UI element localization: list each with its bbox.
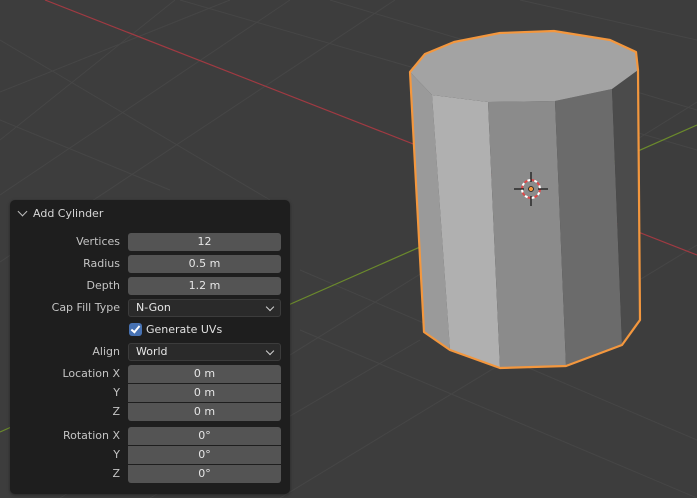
panel-title: Add Cylinder [33,206,104,220]
location-y-label: Y [113,386,120,399]
location-z-label: Z [112,405,120,418]
radius-field[interactable]: 0.5 m [128,255,281,273]
rotation-x-row: Rotation X 0° [10,426,290,446]
rotation-z-row: Z 0° [10,464,290,484]
cap-fill-label: Cap Fill Type [51,301,120,314]
location-y-field[interactable]: 0 m [128,384,281,402]
generate-uvs-row: Generate UVs [10,320,290,340]
rotation-z-field[interactable]: 0° [128,465,281,483]
operator-panel: Add Cylinder Vertices 12 Radius 0.5 m De… [10,200,290,494]
cap-fill-row: Cap Fill Type N-Gon [10,298,290,318]
generate-uvs-label[interactable]: Generate UVs [146,320,222,340]
cylinder-side-3 [488,101,566,368]
location-x-field[interactable]: 0 m [128,365,281,383]
cap-fill-value: N-Gon [136,301,171,314]
rotation-z-label: Z [112,467,120,480]
generate-uvs-checkbox[interactable] [129,323,142,336]
rotation-x-field[interactable]: 0° [128,427,281,445]
depth-field[interactable]: 1.2 m [128,277,281,295]
cylinder-object[interactable] [408,29,642,370]
depth-row: Depth 1.2 m [10,276,290,296]
panel-header[interactable]: Add Cylinder [16,205,282,221]
align-row: Align World [10,342,290,362]
cap-fill-select[interactable]: N-Gon [128,299,281,317]
vertices-row: Vertices 12 [10,232,290,252]
rotation-y-label: Y [113,448,120,461]
location-x-row: Location X 0 m [10,364,290,384]
vertices-label: Vertices [76,235,120,248]
chevron-down-icon [265,346,275,356]
location-z-row: Z 0 m [10,402,290,422]
location-y-row: Y 0 m [10,383,290,403]
align-select[interactable]: World [128,343,281,361]
rotation-x-label: Rotation X [62,429,120,442]
rotation-y-row: Y 0° [10,445,290,465]
chevron-down-icon [265,302,275,312]
vertices-field[interactable]: 12 [128,233,281,251]
cylinder-side-4 [555,89,622,366]
align-label: Align [92,345,120,358]
radius-row: Radius 0.5 m [10,254,290,274]
location-x-label: Location X [62,367,120,380]
chevron-down-icon [17,206,28,217]
depth-label: Depth [86,279,120,292]
location-z-field[interactable]: 0 m [128,403,281,421]
rotation-y-field[interactable]: 0° [128,446,281,464]
object-origin-dot [528,186,534,192]
align-value: World [136,345,168,358]
radius-label: Radius [83,257,120,270]
